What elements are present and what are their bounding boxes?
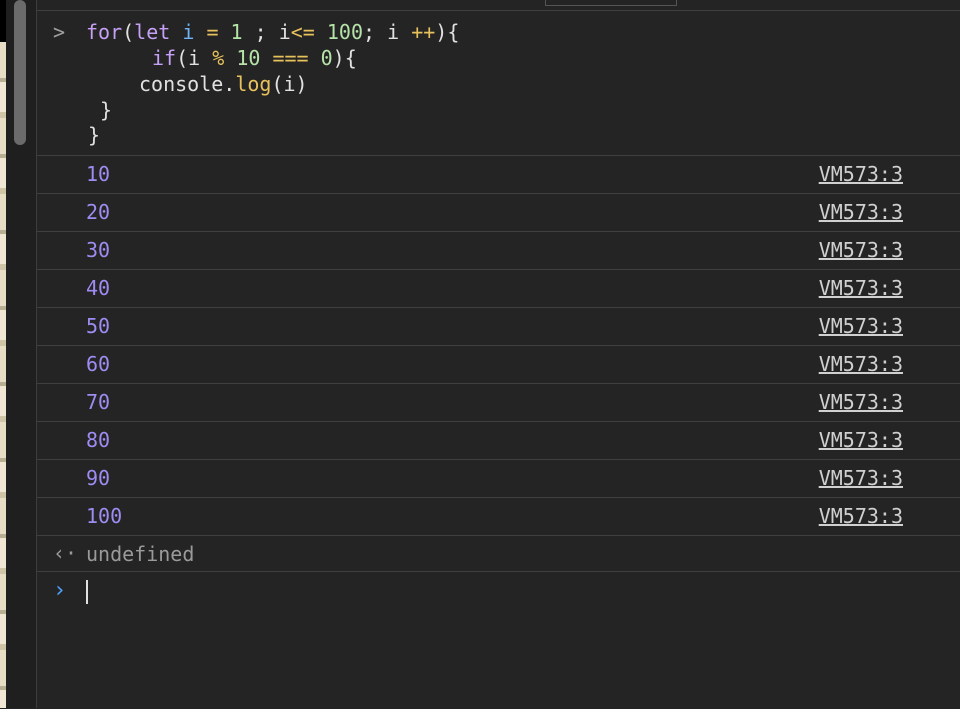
left-page-strip: [0, 0, 37, 708]
chevron-right-icon: ›: [53, 578, 67, 603]
log-row: 20 VM573:3: [37, 193, 960, 231]
code-token: ; i: [363, 20, 412, 44]
tab-edge: [545, 0, 677, 6]
code-token: 0: [320, 46, 333, 70]
log-source-link[interactable]: VM573:3: [819, 352, 903, 376]
log-source-link[interactable]: VM573:3: [819, 162, 903, 186]
code-token: =: [206, 20, 219, 44]
code-token: (i: [176, 46, 213, 70]
page-content-slice: [0, 42, 6, 708]
code-token: <=: [290, 20, 315, 44]
log-row: 70 VM573:3: [37, 383, 960, 421]
log-row: 80 VM573:3: [37, 421, 960, 459]
result-arrow-icon: ‹·: [53, 541, 78, 565]
log-source-link[interactable]: VM573:3: [819, 238, 903, 262]
text-caret: [86, 580, 88, 604]
log-source-link[interactable]: VM573:3: [819, 314, 903, 338]
code-line-3: console.log(i): [139, 71, 308, 97]
log-row: 100 VM573:3: [37, 497, 960, 535]
code-token: (: [122, 20, 135, 44]
log-source-link[interactable]: VM573:3: [819, 200, 903, 224]
result-value: undefined: [86, 542, 195, 566]
code-line-5: }: [88, 123, 101, 147]
code-token: 10: [236, 46, 261, 70]
console-panel: > for(let i = 1 ; i<= 100; i ++){ if(i %…: [37, 0, 960, 708]
code-token: i: [182, 20, 195, 44]
log-value: 50: [86, 314, 111, 338]
code-token: ){: [332, 46, 357, 70]
code-token: console.: [139, 72, 236, 96]
log-row: 90 VM573:3: [37, 459, 960, 497]
console-input-row: ›: [37, 571, 960, 709]
log-value: 90: [86, 466, 111, 490]
code-line-2: if(i % 10 === 0){: [152, 45, 357, 71]
log-row: 40 VM573:3: [37, 269, 960, 307]
log-row: 50 VM573:3: [37, 307, 960, 345]
log-value: 40: [86, 276, 111, 300]
code-token: %: [212, 46, 225, 70]
log-value: 70: [86, 390, 111, 414]
console-top-strip: [37, 0, 960, 11]
code-token: let: [134, 20, 171, 44]
log-value: 20: [86, 200, 111, 224]
code-token: 1: [230, 20, 243, 44]
log-source-link[interactable]: VM573:3: [819, 276, 903, 300]
log-value: 60: [86, 352, 111, 376]
result-row: ‹· undefined: [37, 535, 960, 571]
log-row: 30 VM573:3: [37, 231, 960, 269]
log-value: 80: [86, 428, 111, 452]
code-token: for: [86, 20, 123, 44]
log-source-link[interactable]: VM573:3: [819, 428, 903, 452]
log-value: 10: [86, 162, 111, 186]
code-token: ; i: [242, 20, 291, 44]
log-source-link[interactable]: VM573:3: [819, 504, 903, 528]
log-value: 30: [86, 238, 111, 262]
log-source-link[interactable]: VM573:3: [819, 390, 903, 414]
code-token: ){: [435, 20, 460, 44]
code-token: if: [152, 46, 177, 70]
scrollbar-thumb[interactable]: [14, 0, 26, 145]
log-row: 10 VM573:3: [37, 155, 960, 193]
log-row: 60 VM573:3: [37, 345, 960, 383]
console-input[interactable]: [86, 578, 926, 608]
code-token: ++: [411, 20, 436, 44]
code-token: ===: [272, 46, 309, 70]
code-line-4: }: [100, 98, 113, 122]
code-token: log: [235, 72, 272, 96]
code-line-1: for(let i = 1 ; i<= 100; i ++){: [86, 19, 459, 45]
log-value: 100: [86, 504, 123, 528]
code-token: 100: [326, 20, 364, 44]
code-token: (i): [271, 72, 308, 96]
command-chevron-icon: >: [53, 20, 66, 44]
page-edge: [0, 0, 6, 42]
log-source-link[interactable]: VM573:3: [819, 466, 903, 490]
